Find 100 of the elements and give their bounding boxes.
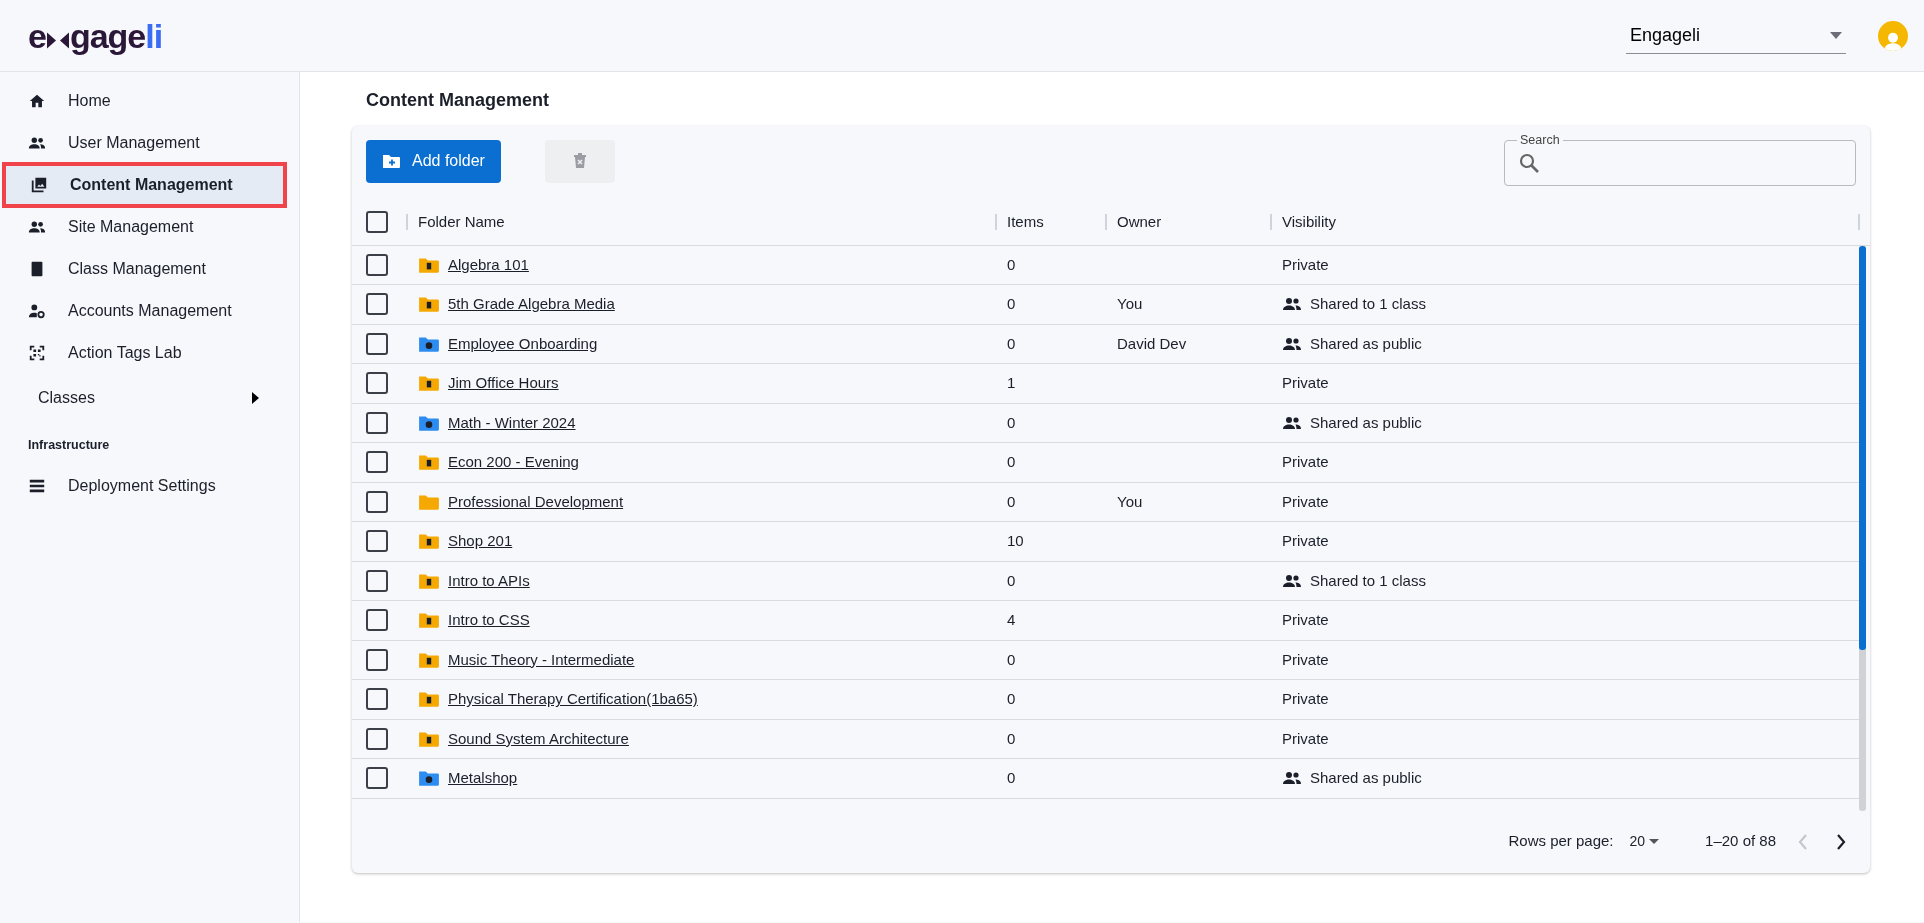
table-cell-text: Shared to 1 class bbox=[1310, 570, 1426, 591]
table-cell-text: Private bbox=[1282, 452, 1329, 473]
table-cell-text: Private bbox=[1282, 491, 1329, 512]
folder-book-icon bbox=[418, 729, 440, 748]
folder-book-icon bbox=[418, 571, 440, 590]
table-cell-text: Shared to 1 class bbox=[1310, 294, 1426, 315]
caret-down-icon bbox=[1830, 31, 1842, 39]
sidebar-item[interactable]: Accounts Management bbox=[0, 290, 299, 332]
table-cell-text: 1 bbox=[1006, 373, 1017, 394]
folder-globe-icon bbox=[418, 769, 440, 788]
table-cell: You bbox=[1117, 295, 1143, 313]
column-header[interactable]: Visibility bbox=[1270, 214, 1860, 231]
folder-link[interactable]: Econ 200 - Evening bbox=[448, 451, 579, 474]
row-checkbox[interactable] bbox=[366, 688, 388, 711]
row-checkbox[interactable] bbox=[366, 490, 388, 513]
table-cell-text: 0 bbox=[1006, 294, 1017, 315]
table-cell-text: 0 bbox=[1006, 254, 1017, 275]
home-icon bbox=[28, 92, 46, 110]
sidebar-group[interactable]: Classes bbox=[0, 374, 299, 422]
logo: e gageli bbox=[28, 18, 163, 53]
folder-icon bbox=[418, 492, 440, 511]
row-checkbox[interactable] bbox=[366, 293, 388, 316]
folder-globe-icon bbox=[418, 413, 440, 432]
folder-link[interactable]: Professional Development bbox=[448, 490, 624, 514]
row-checkbox[interactable] bbox=[366, 372, 388, 395]
organization-select[interactable]: Engageli bbox=[1626, 17, 1846, 54]
row-checkbox[interactable] bbox=[366, 253, 388, 276]
folder-link[interactable]: Employee Onboarding bbox=[448, 332, 598, 356]
column-header[interactable]: Items bbox=[995, 214, 1105, 231]
folder-book-icon bbox=[418, 611, 440, 630]
chevron-icon bbox=[1798, 833, 1808, 850]
table-cell-text: 0 bbox=[1006, 570, 1017, 591]
table-cell-text: Private bbox=[1282, 373, 1329, 394]
select-all-checkbox[interactable] bbox=[366, 211, 388, 234]
table-cell-text: Private bbox=[1282, 531, 1329, 552]
sidebar-item[interactable]: Site Management bbox=[0, 206, 299, 248]
sidebar-item[interactable]: Deployment Settings bbox=[0, 464, 299, 507]
folder-link[interactable]: Math - Winter 2024 bbox=[448, 411, 576, 435]
table-cell-text: Private bbox=[1282, 610, 1329, 631]
page-title: Content Management bbox=[366, 90, 550, 112]
row-checkbox[interactable] bbox=[366, 569, 388, 592]
table-cell-text: 0 bbox=[1006, 768, 1017, 789]
folder-link[interactable]: Jim Office Hours bbox=[448, 372, 559, 395]
table-cell-text: 0 bbox=[1006, 728, 1017, 749]
page-range: 1–20 of 88 bbox=[1705, 831, 1776, 852]
row-checkbox[interactable] bbox=[366, 411, 388, 434]
row-checkbox[interactable] bbox=[366, 727, 388, 750]
scrollbar[interactable] bbox=[1859, 245, 1866, 811]
table-cell: You bbox=[1117, 492, 1143, 510]
section-title: Infrastructure bbox=[27, 437, 111, 454]
row-checkbox[interactable] bbox=[366, 609, 388, 632]
column-header[interactable]: Folder Name bbox=[406, 214, 995, 231]
folder-link[interactable]: Sound System Architecture bbox=[448, 727, 629, 751]
row-checkbox[interactable] bbox=[366, 451, 388, 474]
table-cell-text: 4 bbox=[1006, 610, 1017, 631]
table-cell-text: Shared as public bbox=[1310, 333, 1422, 354]
table-cell-text: Private bbox=[1282, 689, 1329, 710]
row-checkbox[interactable] bbox=[366, 332, 388, 355]
folder-link[interactable]: Music Theory - Intermediate bbox=[448, 648, 635, 672]
folder-link[interactable]: Metalshop bbox=[448, 767, 518, 790]
sidebar-item[interactable]: Action Tags Lab bbox=[0, 332, 299, 374]
search-icon bbox=[1519, 152, 1539, 173]
row-checkbox[interactable] bbox=[366, 767, 388, 790]
photo-library-icon bbox=[30, 176, 48, 194]
trash-icon bbox=[572, 153, 587, 170]
sidebar-item[interactable]: User Management bbox=[0, 122, 299, 164]
folder-book-icon bbox=[418, 453, 440, 472]
person-gear-icon bbox=[28, 302, 46, 320]
folder-book-icon bbox=[418, 255, 440, 274]
table-cell-text: Shared as public bbox=[1310, 768, 1422, 789]
table-cell-text: 10 bbox=[1006, 531, 1025, 552]
table-cell-text: Private bbox=[1282, 254, 1329, 275]
chevron-icon bbox=[1836, 833, 1846, 850]
folder-book-icon bbox=[418, 650, 440, 669]
folder-link[interactable]: Shop 201 bbox=[448, 530, 513, 553]
folder-book-icon bbox=[418, 532, 440, 551]
caret-icon bbox=[252, 392, 259, 404]
folder-book-icon bbox=[418, 374, 440, 393]
folder-link[interactable]: 5th Grade Algebra Media bbox=[448, 293, 615, 316]
rows-per-page-select[interactable]: 20 bbox=[1629, 831, 1660, 853]
row-checkbox[interactable] bbox=[366, 648, 388, 671]
sidebar-item[interactable]: Home bbox=[0, 80, 299, 122]
folder-link[interactable]: Intro to CSS bbox=[448, 609, 530, 632]
table-cell-text: 0 bbox=[1006, 333, 1017, 354]
sidebar-item[interactable]: Content Management bbox=[4, 164, 285, 206]
folder-link[interactable]: Physical Therapy Certification(1ba65) bbox=[448, 688, 698, 711]
folder-link[interactable]: Algebra 101 bbox=[448, 253, 529, 277]
folder-globe-icon bbox=[418, 334, 440, 353]
table-cell: David Dev bbox=[1117, 334, 1187, 352]
column-header[interactable]: Owner bbox=[1105, 214, 1270, 231]
folder-link[interactable]: Intro to APIs bbox=[448, 569, 530, 593]
sidebar-item[interactable]: Class Management bbox=[0, 248, 299, 290]
rows-per-page-label: Rows per page: bbox=[1508, 831, 1614, 852]
folder-plus-icon bbox=[382, 152, 400, 171]
table-cell-text: 0 bbox=[1006, 491, 1017, 512]
add-folder-button[interactable]: Add folder bbox=[366, 139, 501, 183]
table-cell-text: 0 bbox=[1006, 689, 1017, 710]
qr-code-icon bbox=[28, 344, 46, 362]
folder-book-icon bbox=[418, 690, 440, 709]
row-checkbox[interactable] bbox=[366, 530, 388, 553]
